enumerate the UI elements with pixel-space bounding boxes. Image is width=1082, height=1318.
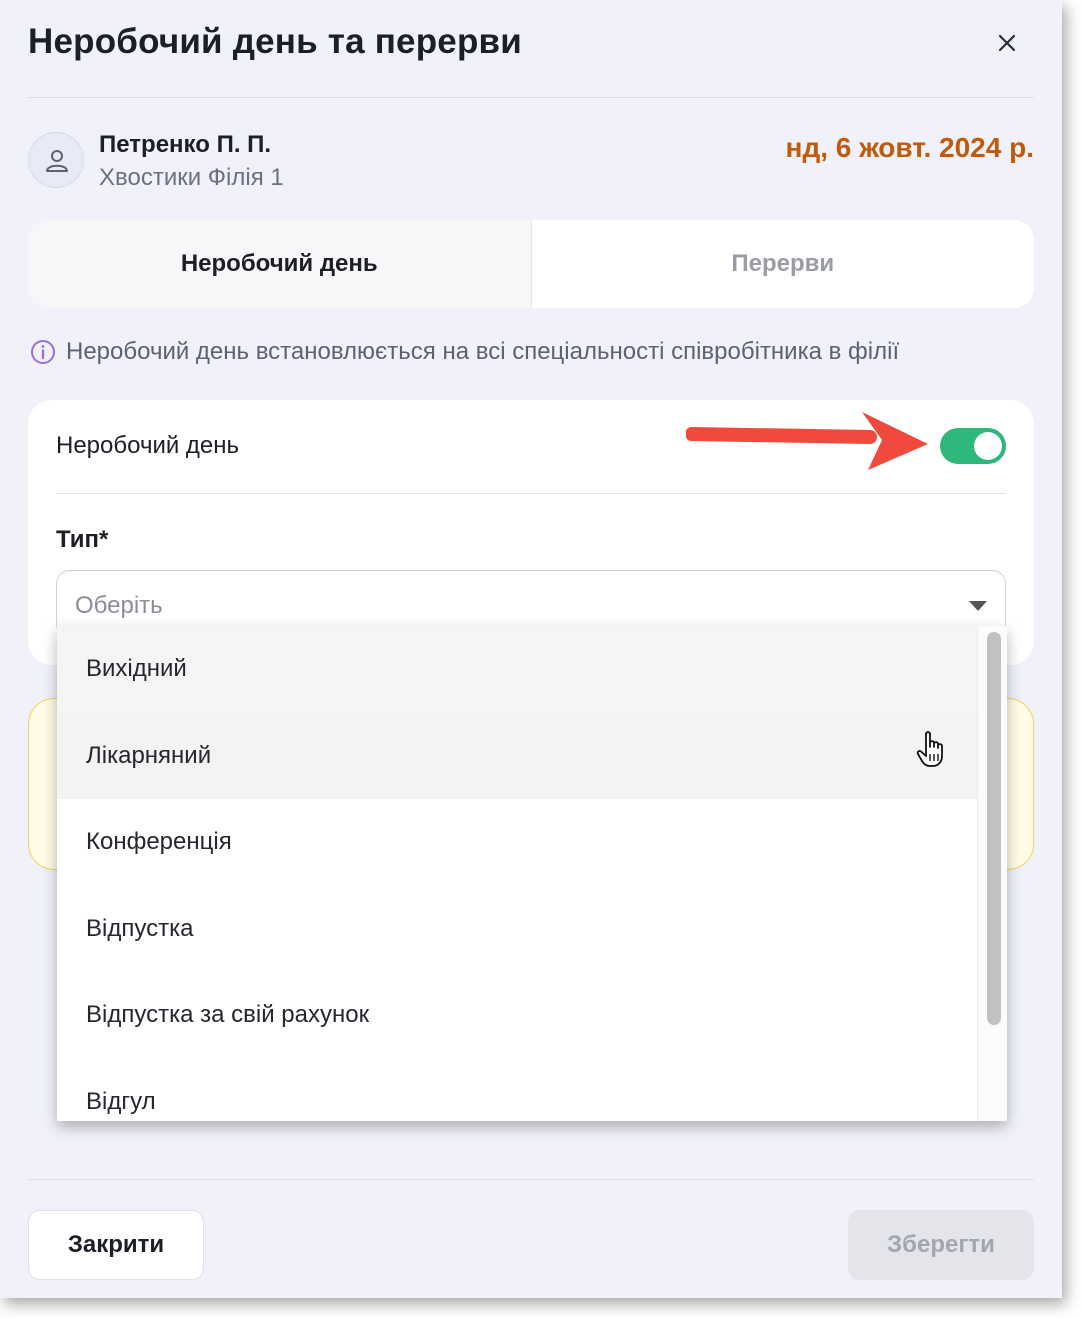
save-button[interactable]: Зберегти: [848, 1210, 1034, 1280]
footer-divider: [28, 1179, 1034, 1180]
scrollbar-thumb[interactable]: [987, 632, 1001, 1025]
modal-title: Неробочий день та перерви: [28, 22, 522, 61]
option-time-off[interactable]: Відгул: [57, 1059, 977, 1122]
hand-pointer-icon: [916, 731, 943, 767]
modal-header: Неробочий день та перерви: [28, 20, 1034, 98]
option-day-off[interactable]: Вихідний: [57, 626, 977, 713]
tab-breaks[interactable]: Перерви: [532, 220, 1035, 308]
chevron-down-icon: [969, 601, 987, 611]
avatar: [28, 132, 84, 188]
dropdown-list: Вихідний Лікарняний Конференція Відпустк…: [57, 626, 977, 1121]
annotation-arrow-icon: [686, 412, 928, 470]
info-message: Неробочий день встановлюється на всі спе…: [30, 338, 899, 366]
option-vacation[interactable]: Відпустка: [57, 886, 977, 973]
employee-name: Петренко П. П.: [99, 131, 272, 158]
non-working-day-toggle[interactable]: [940, 428, 1006, 464]
close-button[interactable]: Закрити: [28, 1210, 204, 1280]
tab-non-working-day[interactable]: Неробочий день: [28, 220, 532, 308]
close-icon[interactable]: [994, 30, 1020, 56]
option-sick-leave[interactable]: Лікарняний: [57, 712, 977, 799]
type-label: Тип*: [56, 526, 109, 553]
selected-date: нд, 6 жовт. 2024 р.: [785, 132, 1034, 163]
employee-info: Петренко П. П. Хвостики Філія 1: [28, 130, 728, 191]
toggle-knob: [974, 432, 1002, 460]
user-icon: [46, 150, 68, 172]
employee-branch: Хвостики Філія 1: [99, 164, 284, 191]
type-dropdown-menu: Вихідний Лікарняний Конференція Відпустк…: [57, 626, 1007, 1121]
option-unpaid-vacation[interactable]: Відпустка за свій рахунок: [57, 972, 977, 1059]
option-conference[interactable]: Конференція: [57, 799, 977, 886]
info-text: Неробочий день встановлюється на всі спе…: [66, 338, 900, 365]
select-placeholder: Оберіть: [75, 592, 163, 619]
dropdown-scrollbar[interactable]: [977, 626, 1007, 1121]
modal-dialog: Неробочий день та перерви Петренко П. П.…: [0, 0, 1062, 1298]
switch-label: Неробочий день: [56, 432, 240, 459]
info-icon: [31, 340, 55, 364]
tab-bar: Неробочий день Перерви: [28, 220, 1034, 308]
